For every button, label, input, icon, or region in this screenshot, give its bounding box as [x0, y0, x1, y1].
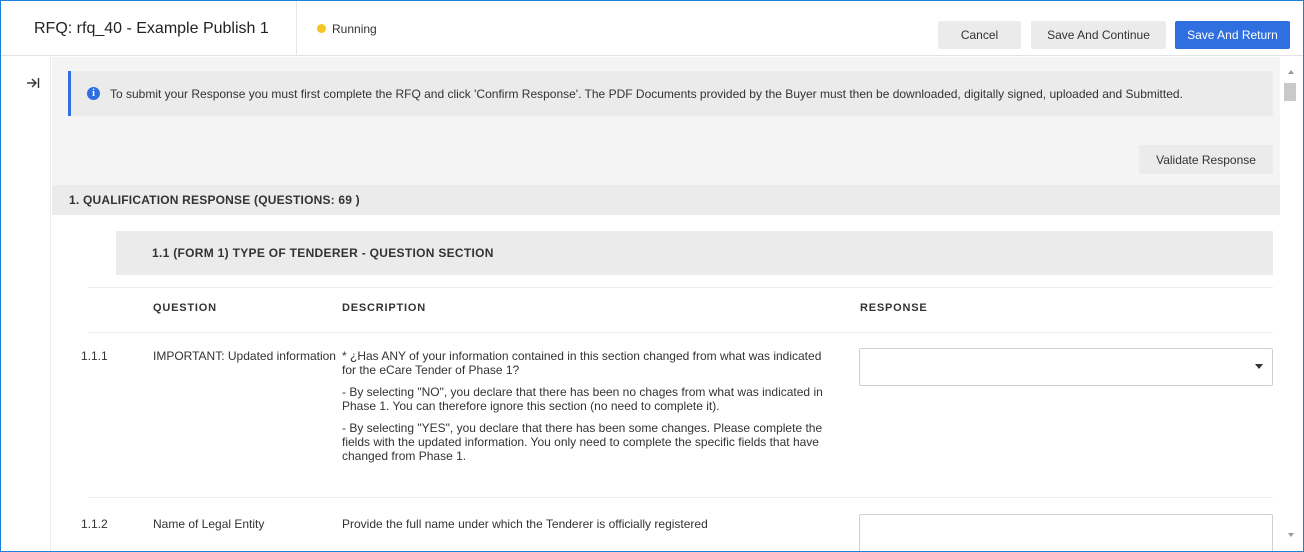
status-label: Running: [332, 21, 377, 36]
question-description: Provide the full name under which the Te…: [342, 517, 832, 539]
description-paragraph: * ¿Has ANY of your information contained…: [342, 349, 822, 377]
left-rail: [1, 57, 51, 551]
status-dot-icon: [317, 24, 326, 33]
question-description: * ¿Has ANY of your information contained…: [342, 349, 832, 471]
status-indicator: Running: [317, 1, 377, 56]
subsection-header[interactable]: 1.1 (FORM 1) TYPE OF TENDERER - QUESTION…: [116, 231, 1273, 275]
page-title: RFQ: rfq_40 - Example Publish 1: [1, 1, 297, 56]
divider: [88, 332, 1273, 333]
divider: [88, 497, 1273, 498]
question-text: Name of Legal Entity: [153, 517, 265, 531]
cancel-button[interactable]: Cancel: [938, 21, 1021, 49]
info-banner: i To submit your Response you must first…: [68, 71, 1273, 116]
question-section-card: 1.1 (FORM 1) TYPE OF TENDERER - QUESTION…: [52, 215, 1280, 551]
scrollbar[interactable]: [1280, 57, 1303, 551]
caret-down-icon: [1255, 364, 1263, 369]
top-bar: RFQ: rfq_40 - Example Publish 1 Running …: [1, 1, 1303, 56]
response-text-field[interactable]: [859, 514, 1273, 551]
info-icon: i: [87, 87, 100, 100]
scroll-up-icon[interactable]: [1288, 70, 1294, 74]
column-header-description: DESCRIPTION: [342, 302, 426, 314]
save-and-return-button[interactable]: Save And Return: [1175, 21, 1290, 49]
save-and-continue-button[interactable]: Save And Continue: [1031, 21, 1166, 49]
response-dropdown[interactable]: [859, 348, 1273, 386]
info-banner-text: To submit your Response you must first c…: [110, 86, 1183, 101]
app-window: RFQ: rfq_40 - Example Publish 1 Running …: [0, 0, 1304, 552]
question-number: 1.1.1: [81, 349, 108, 363]
description-paragraph: Provide the full name under which the Te…: [342, 517, 708, 531]
validate-response-button[interactable]: Validate Response: [1139, 145, 1273, 174]
column-header-response: RESPONSE: [860, 302, 928, 314]
divider: [88, 287, 1273, 288]
scroll-down-icon[interactable]: [1288, 533, 1294, 537]
question-number: 1.1.2: [81, 517, 108, 531]
description-paragraph: - By selecting "YES", you declare that t…: [342, 421, 823, 463]
question-text: IMPORTANT: Updated information: [153, 349, 336, 363]
scroll-thumb[interactable]: [1284, 83, 1296, 101]
main-content: i To submit your Response you must first…: [52, 57, 1280, 551]
description-paragraph: - By selecting "NO", you declare that th…: [342, 385, 823, 413]
column-header-question: QUESTION: [153, 302, 217, 314]
section-header[interactable]: 1. QUALIFICATION RESPONSE (QUESTIONS: 69…: [52, 185, 1280, 215]
collapse-right-icon[interactable]: [25, 75, 41, 91]
